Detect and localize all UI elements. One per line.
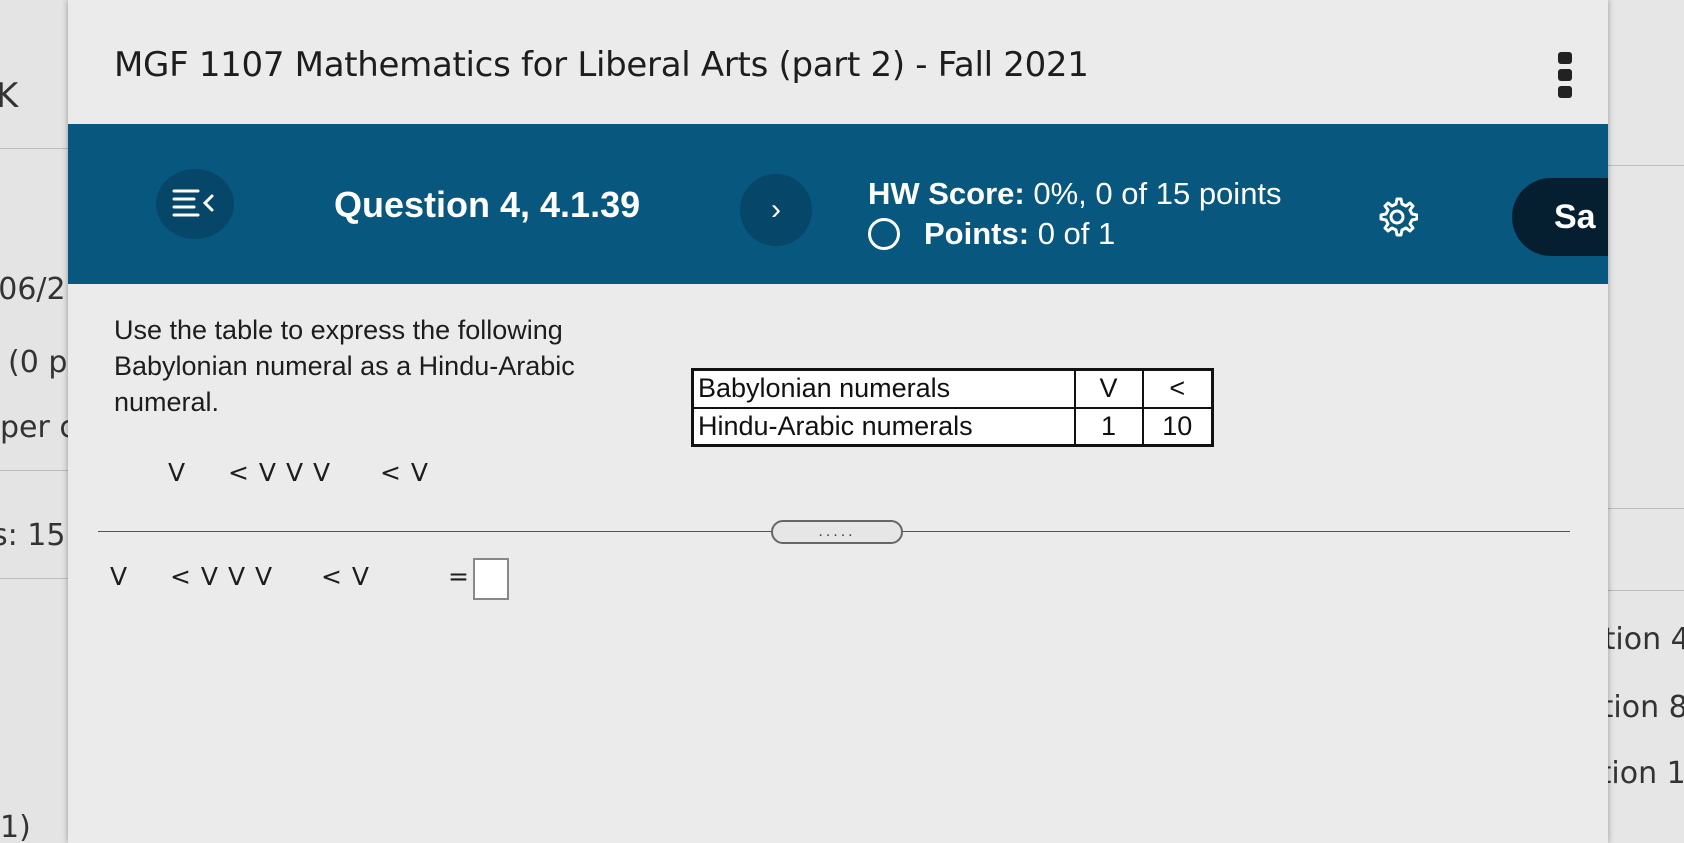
status-circle-icon [868, 218, 900, 250]
table-cell: Babylonian numerals [691, 368, 1076, 409]
kebab-dot [1558, 69, 1572, 81]
question-title: Question 4, 4.1.39 [334, 184, 641, 225]
kebab-menu-icon[interactable] [1558, 52, 1574, 98]
table-cell: < [1141, 368, 1214, 409]
table-cell: Hindu-Arabic numerals [691, 406, 1076, 447]
question-prompt: Use the table to express the following B… [114, 315, 575, 417]
chevron-right-icon: › [771, 193, 781, 226]
hw-score: HW Score: 0%, 0 of 15 points [868, 176, 1282, 212]
course-title: MGF 1107 Mathematics for Liberal Arts (p… [114, 45, 1089, 85]
equals-sign: = [448, 562, 470, 591]
background-fragment: 1) [0, 810, 31, 843]
numerals-table: Babylonian numerals V < Hindu-Arabic num… [691, 368, 1214, 447]
table-cell: 1 [1073, 406, 1144, 447]
answer-numeral-group: < V [321, 562, 370, 591]
hw-score-label: HW Score: [868, 176, 1025, 211]
kebab-dot [1558, 52, 1572, 64]
table-cell: 10 [1141, 406, 1214, 447]
answer-numeral-group: < V V V [170, 562, 274, 591]
background-date-fragment: '06/2 [0, 272, 66, 307]
background-divider [0, 470, 75, 471]
points-label: Points: [924, 216, 1030, 251]
gear-icon[interactable] [1376, 196, 1418, 238]
kebab-dot [1558, 86, 1572, 98]
question-points: Points: 0 of 1 [868, 216, 1115, 252]
background-back-fragment[interactable]: K [0, 76, 18, 116]
table-row: Babylonian numerals V < [691, 368, 1214, 409]
background-score-fragment: s: 15 [0, 518, 66, 553]
list-collapse-icon [172, 189, 214, 217]
question-modal: MGF 1107 Mathematics for Liberal Arts (p… [68, 0, 1608, 843]
background-divider [0, 148, 75, 149]
next-question-button[interactable]: › [740, 174, 812, 246]
babylonian-numeral-group: < V V V [228, 458, 332, 487]
background-per-fragment: per c [0, 410, 76, 445]
babylonian-numeral-group: V [168, 458, 187, 487]
answer-input[interactable] [473, 558, 509, 600]
answer-numeral-group: V [110, 562, 129, 591]
table-cell: V [1073, 368, 1144, 409]
hw-score-value: 0%, 0 of 15 points [1033, 176, 1282, 211]
points-value: 0 of 1 [1037, 216, 1116, 251]
question-list-button[interactable] [156, 169, 234, 239]
table-row: Hindu-Arabic numerals 1 10 [691, 406, 1214, 447]
question-header-bar: Question 4, 4.1.39 › HW Score: 0%, 0 of … [68, 124, 1608, 284]
babylonian-numeral-group: < V [380, 458, 429, 487]
save-button[interactable]: Sa [1512, 178, 1608, 256]
background-divider [0, 578, 75, 579]
pane-resize-handle[interactable]: ..... [771, 520, 903, 544]
